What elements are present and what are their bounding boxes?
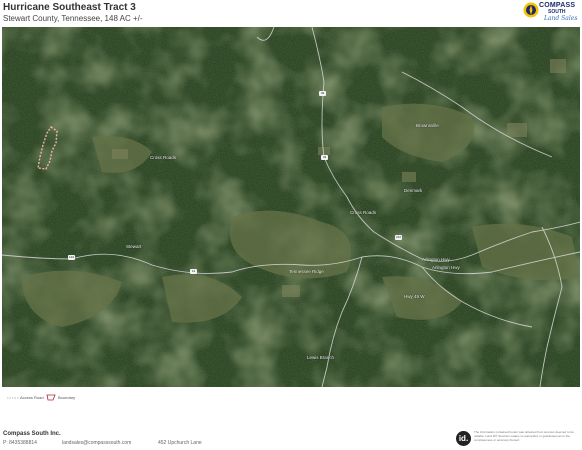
road-shield: 13 xyxy=(190,269,197,274)
logo-line-1: COMPASS xyxy=(539,2,576,9)
map-header: Hurricane Southeast Tract 3 Stewart Coun… xyxy=(0,0,582,26)
logo-line-3: Land Sales xyxy=(544,15,578,22)
map-label-arlington-hwy-2: Arlington Hwy xyxy=(432,265,460,270)
satellite-map[interactable]: Cross Roads Stewart Tennessee Ridge Brow… xyxy=(2,27,580,387)
map-label-arlington-hwy: Arlington Hwy xyxy=(422,257,450,262)
company-email[interactable]: landsales@compasssouth.com xyxy=(62,440,131,446)
company-logo: COMPASS SOUTH Land Sales xyxy=(522,0,580,26)
road-shield: 49 xyxy=(321,155,328,160)
access-road-swatch xyxy=(7,397,19,399)
map-label-cross-roads: Cross Roads xyxy=(150,155,177,160)
map-title: Hurricane Southeast Tract 3 xyxy=(3,2,136,13)
satellite-imagery xyxy=(2,27,580,387)
map-label-cross-roads-2: Cross Roads xyxy=(350,210,377,215)
map-label-hwy-49-w: Hwy 49 W xyxy=(404,294,425,299)
disclaimer-text: The information contained herein was obt… xyxy=(474,430,574,442)
map-legend: Access Road Boundary xyxy=(2,392,580,408)
company-name: Compass South Inc. xyxy=(3,431,61,437)
road-shield: 49 xyxy=(319,91,326,96)
road-shield: 149 xyxy=(68,255,75,260)
road-shield: 232 xyxy=(395,235,402,240)
map-label-tennessee-ridge: Tennessee Ridge xyxy=(289,269,324,274)
map-subtitle: Stewart County, Tennessee, 148 AC +/- xyxy=(3,14,143,23)
map-footer: Compass South Inc. P: 8435388814 landsal… xyxy=(0,428,582,450)
legend-access-road: Access Road xyxy=(20,395,44,400)
legend-boundary: Boundary xyxy=(58,395,76,400)
map-label-lewis-branch: Lewis Branch xyxy=(307,355,335,360)
boundary-swatch xyxy=(46,394,56,401)
company-phone: P: 8435388814 xyxy=(3,440,37,446)
map-label-brownsville: Brownsville xyxy=(416,123,439,128)
compass-logo-icon xyxy=(523,2,539,18)
map-label-denmark: Denmark xyxy=(404,188,423,193)
company-address: 452 Upchurch Lane xyxy=(158,440,202,446)
map-label-stewart: Stewart xyxy=(126,244,142,249)
land-id-badge: id. xyxy=(456,431,471,446)
